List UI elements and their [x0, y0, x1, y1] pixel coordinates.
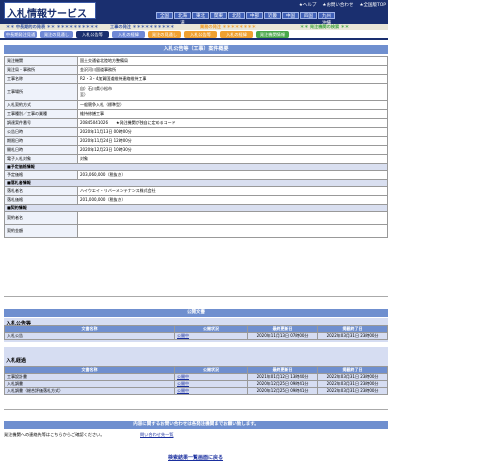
section-contract: ■契約情報 [4, 204, 388, 212]
row-location: 工事場所 自）石川県小松市 至） [4, 83, 388, 101]
notice-documents-table: 文書名称 公開状況 最終更新日 掲載終了日 入札公告 公開中 2020年11月1… [4, 325, 388, 340]
tab-works-notice[interactable]: 入札公告等 [76, 31, 109, 38]
row-contract-method: 入札契約方式 一般競争入札（標準型） [4, 100, 388, 110]
table-header: 文書名称 公開状況 最終更新日 掲載終了日 [4, 325, 388, 333]
section-price: ■予定価格情報 [4, 163, 388, 171]
table-row: 入札公告 公開中 2020年11月13日 07時00分 2022年03月31日 … [4, 332, 388, 340]
header-bar: 入札情報サービス ★ヘルプ ★お問い合わせ ★全国版TOP 全国 北海道 東北 … [0, 0, 388, 26]
contact-bar: 内容に関するお問い合わせは各発注機関までお願い致します。 [4, 421, 388, 429]
table-row: 工事設計書 公開中 2021年01月12日 13時40分 2022年03月31日… [4, 373, 388, 381]
help-link[interactable]: ★ヘルプ [299, 2, 317, 8]
bidding-documents-table: 文書名称 公開状況 最終更新日 掲載終了日 工事設計書 公開中 2021年01月… [4, 366, 388, 395]
divider [4, 409, 388, 410]
row-deadline: 期限日時 2020年11月24日 12時00分 [4, 136, 388, 146]
category-row: ＊＊ 中長期的の発表 ＊＊ ＊＊＊＊＊＊＊＊＊＊ 工事の発注 ＊＊＊＊＊＊＊＊＊… [0, 24, 388, 30]
site-logo[interactable]: 入札情報サービス [4, 2, 96, 20]
row-work-name: 工事名称 R2・3・4加賀国道維持連絡維持工事 [4, 74, 388, 84]
category-longterm: ＊＊ 中長期的の発表 ＊＊ ＊＊＊＊＊＊＊＊＊＊ [6, 24, 99, 29]
table-row: 入札調書（総合評価落札方式） 公開中 2020年12月25日 09時41分 20… [4, 387, 388, 395]
overview-table: 発注機関 国土交通省北陸地方整備局 発注局・事務所 金沢河川国道事務所 工事名称 R2… [4, 56, 388, 238]
status-link[interactable]: 公開中 [174, 332, 248, 340]
row-electronic: 電子入札対象 対象 [4, 154, 388, 164]
nav-tabs: 中長期発注見通し 発注の見通し 入札公告等 入札の経緯 発注の見通し 入札公告等… [4, 31, 289, 44]
row-notice-date: 公告日時 2020年11月13日 00時00分 [4, 127, 388, 137]
contact-text: 発注機関への連絡先等はこちらからご確認ください。 [4, 432, 105, 437]
region-hokkaido[interactable]: 北海道 [174, 12, 191, 26]
top-links: ★ヘルプ ★お問い合わせ ★全国版TOP [299, 2, 386, 8]
table-row: 入札調書 公開中 2020年12月25日 09時41分 2022年03月31日 … [4, 380, 388, 388]
row-case-number: 調達案件番号 20845041026 ★発注機関が独自に定めるコード [4, 118, 388, 128]
category-works: 工事の発注 ＊＊＊＊＊＊＊＊＊＊ [110, 24, 175, 29]
status-link[interactable]: 公開中 [174, 373, 248, 381]
tab-works-process[interactable]: 入札の経緯 [112, 31, 145, 38]
region-tohoku[interactable]: 東北 [192, 12, 209, 19]
row-contract-amount: 契約金額 [4, 224, 388, 238]
region-kanto[interactable]: 関東 [210, 12, 227, 19]
tab-works-outlook[interactable]: 発注の見通し [40, 31, 73, 38]
table-header: 文書名称 公開状況 最終更新日 掲載終了日 [4, 366, 388, 374]
row-opening-date: 開札日時 2020年12月23日 10時30分 [4, 145, 388, 155]
section-award: ■落札者情報 [4, 179, 388, 187]
row-office: 発注局・事務所 金沢河川国道事務所 [4, 65, 388, 75]
region-kyushu[interactable]: 九州沖縄 [318, 12, 335, 26]
tab-services-notice[interactable]: 入札公告等 [184, 31, 217, 38]
site-title: 入札情報サービス [7, 9, 87, 20]
documents-title: 公開文書 [4, 309, 388, 317]
region-chubu[interactable]: 中部 [246, 12, 263, 19]
region-selector: 全国 北海道 東北 関東 北陸 中部 近畿 中国 四国 九州沖縄 [156, 12, 335, 26]
page-title: 入札公告等（工事）案件概要 [4, 45, 388, 54]
back-to-results-link[interactable]: 検索結果一覧画面に戻る [168, 454, 223, 461]
row-winning-price: 落札価格 201,000,000（税抜き） [4, 195, 388, 205]
region-kinki[interactable]: 近畿 [264, 12, 281, 19]
row-work-type: 工事種別／工事の業種 維持修繕工事 [4, 109, 388, 119]
status-link[interactable]: 公開中 [174, 387, 248, 395]
tab-underline [0, 38, 388, 40]
contact-list-link[interactable]: 問い合わせ先一覧 [140, 432, 174, 438]
tab-longterm-outlook[interactable]: 中長期発注見通し [4, 31, 37, 44]
national-top-link[interactable]: ★全国版TOP [359, 2, 386, 8]
category-services: 業務の発注 ＊＊＊＊＊＊＊＊ [200, 24, 256, 29]
region-chugoku[interactable]: 中国 [282, 12, 299, 19]
category-agency: ＊＊ 発注機関の検索 ＊＊ [300, 24, 350, 29]
region-national[interactable]: 全国 [156, 12, 173, 19]
bidding-documents-title: 入札経過 [6, 358, 27, 364]
tab-services-outlook[interactable]: 発注の見通し [148, 31, 181, 38]
tab-agency-info[interactable]: 発注機関情報 [256, 31, 289, 38]
row-contractor: 契約者名 [4, 211, 388, 225]
region-hokuriku[interactable]: 北陸 [228, 12, 245, 19]
contact-link[interactable]: ★お問い合わせ [322, 2, 353, 8]
row-winner: 落札者名 ハイウエイ・リバーメンテナンス株式会社 [4, 186, 388, 196]
row-planned-price: 予定価格 203,060,000（税抜き） [4, 170, 388, 180]
status-link[interactable]: 公開中 [174, 380, 248, 388]
row-agency: 発注機関 国土交通省北陸地方整備局 [4, 56, 388, 66]
divider [4, 296, 388, 297]
tab-services-process[interactable]: 入札の経緯 [220, 31, 253, 38]
region-shikoku[interactable]: 四国 [300, 12, 317, 19]
